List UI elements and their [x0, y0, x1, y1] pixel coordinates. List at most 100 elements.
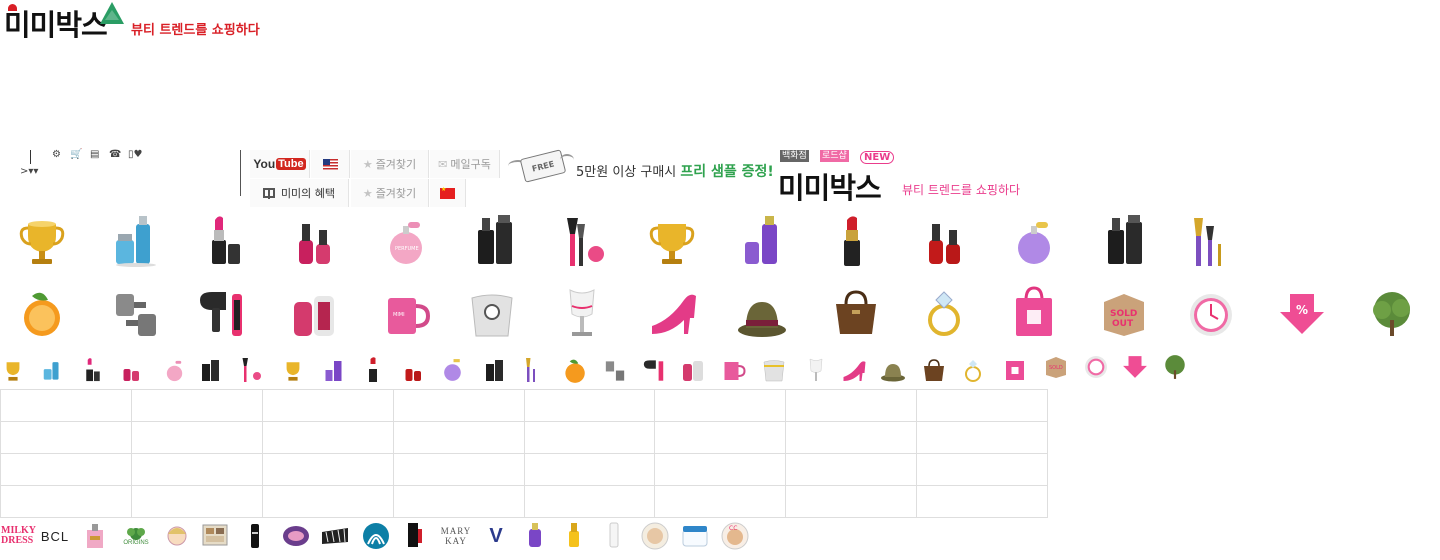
white-tube-logo[interactable] [606, 521, 622, 549]
scale-icon-small[interactable] [762, 359, 786, 383]
red-nail-polish-icon-small[interactable] [404, 357, 424, 383]
foot-massager-icon[interactable] [292, 292, 340, 340]
shopping-bag-icon[interactable] [1012, 286, 1056, 338]
makeup-brush-icon-small[interactable] [240, 356, 262, 383]
youtube-button[interactable]: You Tube [250, 150, 310, 178]
clock-icon[interactable] [1188, 292, 1234, 338]
mimibox-brand-banner[interactable]: 백화점 로드샵 NEW 미미박스 뷰티 트렌드를 쇼핑하다 [778, 150, 1028, 205]
discount-arrow-icon-small[interactable] [1122, 354, 1148, 380]
purple-perfume-icon[interactable] [1014, 218, 1056, 268]
blue-lotion-icon[interactable] [112, 216, 158, 268]
purple-perfume-icon-small[interactable] [442, 357, 464, 383]
nature-republic-logo[interactable] [362, 522, 390, 550]
dropdown-arrows[interactable]: >▾▾ [20, 166, 38, 177]
eyeshadow-palette-logo[interactable] [202, 524, 228, 546]
bcl-logo[interactable]: BCL [38, 522, 72, 550]
star-icon: ★ [362, 186, 373, 200]
blue-lotion-icon-small[interactable] [42, 357, 62, 383]
red-lipstick-icon-small[interactable] [366, 356, 381, 383]
origins-logo[interactable]: ORIGINS [118, 522, 154, 550]
lipstick-icon-small[interactable] [84, 357, 102, 383]
pink-perfume-icon[interactable]: PERFUME [386, 218, 428, 268]
card-icon[interactable]: ▤ [90, 150, 99, 160]
mannequin-icon-small[interactable] [806, 357, 826, 384]
perfume-bottle-logo[interactable] [84, 522, 106, 550]
nail-polish-icon-small[interactable] [122, 357, 142, 383]
pink-perfume-icon-small[interactable] [164, 359, 186, 383]
body-wash-icon-small[interactable] [200, 356, 222, 383]
us-flag-button[interactable] [311, 150, 350, 178]
trophy-icon[interactable] [18, 218, 66, 268]
milky-dress-logo[interactable]: MILKY DRESS [0, 522, 36, 550]
discount-arrow-icon[interactable]: % [1278, 290, 1326, 338]
shopping-bag-icon-small[interactable] [1004, 355, 1026, 381]
mary-kay-logo[interactable]: MARY KAY [436, 522, 476, 550]
oil-bottle-logo[interactable] [566, 521, 582, 549]
sold-out-box-icon[interactable]: SOLDOUT [1100, 290, 1148, 338]
hair-dryer-icon-small[interactable] [642, 359, 666, 383]
lip-product-logo[interactable] [406, 521, 424, 549]
hat-icon[interactable] [736, 294, 788, 340]
logo-tagline: 뷰티 트렌드를 쇼핑하다 [131, 23, 260, 38]
makeup-brush-icon[interactable] [562, 214, 606, 268]
pink-mug-icon[interactable]: MIMI [384, 294, 430, 338]
pink-mug-icon-small[interactable] [722, 360, 746, 382]
gold-brush-icon[interactable] [1190, 214, 1230, 268]
body-wash-icon[interactable] [474, 214, 518, 268]
orange-icon-small[interactable] [560, 357, 588, 385]
free-sample-banner[interactable]: FREE 5만원 이상 구매시 프리 샘플 증정! [508, 149, 774, 192]
hair-dryer-icon[interactable] [196, 290, 248, 340]
dumbbell-icon-small[interactable] [604, 359, 626, 383]
v-brand-logo[interactable]: V [484, 522, 508, 550]
cushion-compact-logo[interactable] [640, 522, 670, 550]
doll-face-logo[interactable] [166, 522, 188, 550]
purple-lotion-icon-small[interactable] [324, 357, 344, 383]
purple-lotion-icon[interactable] [742, 216, 782, 268]
cart-icon[interactable]: 🛒 [70, 150, 82, 160]
purple-bottle-logo[interactable] [526, 521, 544, 549]
cream-jar-logo[interactable] [680, 522, 710, 550]
foot-massager-icon-small[interactable] [682, 359, 706, 383]
trophy-icon-small[interactable] [282, 359, 304, 383]
diamond-ring-icon-small[interactable] [962, 359, 984, 383]
cc-cushion-logo[interactable]: CC [720, 522, 750, 550]
lipstick-icon[interactable] [208, 214, 244, 268]
diamond-ring-icon[interactable] [922, 290, 966, 338]
bookmark-button-2[interactable]: ★ 즐겨찾기 [351, 179, 429, 207]
brush-set-logo[interactable] [320, 524, 350, 548]
star-icon: ★ [362, 157, 373, 171]
tree-icon[interactable] [1368, 290, 1416, 338]
mannequin-icon[interactable] [562, 286, 602, 340]
body-wash-icon[interactable] [1104, 214, 1148, 268]
tree-icon-small[interactable] [1162, 354, 1188, 380]
nail-polish-icon[interactable] [296, 216, 336, 268]
high-heel-icon[interactable] [650, 290, 700, 338]
trophy-icon-small[interactable] [2, 359, 24, 383]
logo-word: 미미박스 [4, 8, 108, 42]
bookmark-button[interactable]: ★ 즐겨찾기 [351, 150, 429, 178]
round-brand-logo[interactable] [282, 524, 310, 548]
trophy-icon[interactable] [648, 218, 696, 268]
settings-icon[interactable]: ⚙ [52, 150, 61, 160]
orange-icon[interactable] [14, 288, 66, 340]
benefit-button[interactable]: 미미의 혜택 [250, 179, 349, 207]
scale-icon[interactable] [468, 292, 516, 340]
gold-brush-icon-small[interactable] [524, 356, 544, 383]
phone-icon[interactable]: ☎ [109, 150, 121, 160]
dumbbell-icon[interactable] [112, 290, 160, 340]
high-heel-icon-small[interactable] [842, 359, 868, 383]
hat-icon-small[interactable] [880, 360, 906, 383]
mascara-logo[interactable] [248, 522, 262, 550]
mail-subscribe-button[interactable]: ✉ 메일구독 [430, 150, 500, 178]
svg-text:OUT: OUT [1112, 319, 1134, 329]
china-flag-button[interactable] [430, 179, 466, 207]
mobile-heart-icon[interactable]: ▯♥ [128, 150, 142, 160]
sold-out-box-icon-small[interactable]: SOLD [1044, 355, 1068, 379]
red-nail-polish-icon[interactable] [926, 216, 966, 268]
handbag-icon-small[interactable] [922, 359, 946, 383]
handbag-icon[interactable] [832, 290, 880, 338]
mail-icon: ✉ [438, 157, 448, 171]
body-wash-icon-small[interactable] [484, 356, 506, 383]
clock-icon-small[interactable] [1084, 355, 1108, 379]
red-lipstick-icon[interactable] [838, 214, 868, 268]
